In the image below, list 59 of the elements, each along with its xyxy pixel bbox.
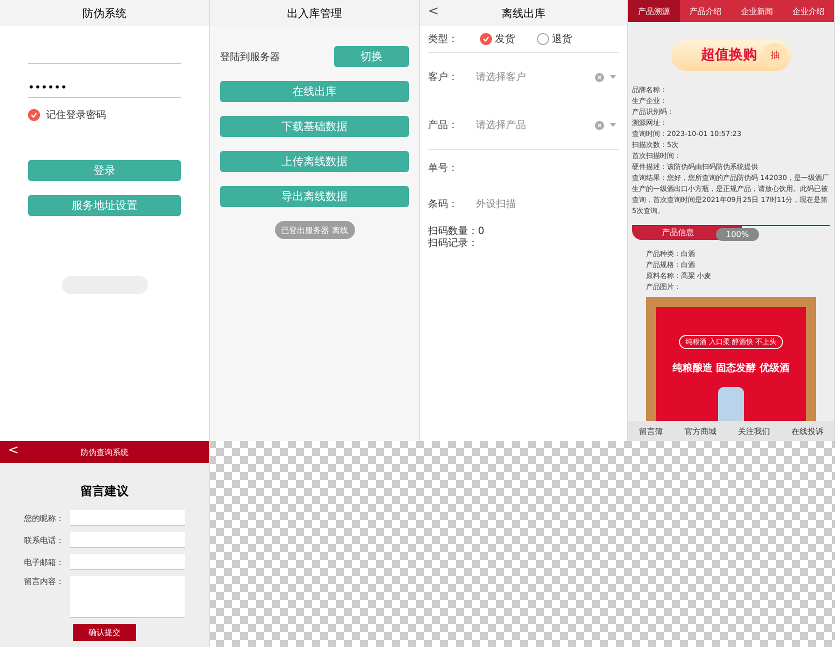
poster-slogan: 纯粮酿造 固态发酵 优级酒 bbox=[672, 362, 790, 375]
input-field[interactable] bbox=[70, 554, 185, 570]
caret-icon bbox=[610, 75, 616, 79]
remember-checkbox[interactable] bbox=[28, 109, 40, 121]
radio-button[interactable] bbox=[480, 33, 492, 45]
back-button[interactable]: < bbox=[8, 443, 19, 458]
check-icon bbox=[30, 111, 38, 119]
tab[interactable]: 企业新闻 bbox=[731, 0, 782, 22]
switch-button[interactable]: 切换 bbox=[334, 46, 409, 67]
menu-button[interactable]: 上传离线数据 bbox=[220, 151, 409, 172]
toast: 已登出服务器 离线 bbox=[274, 221, 354, 239]
menu-button[interactable]: 导出离线数据 bbox=[220, 186, 409, 207]
promo-banner[interactable]: 超值换购 抽 bbox=[671, 40, 791, 71]
percent-badge: 100% bbox=[716, 228, 759, 241]
nav-link[interactable]: 在线投诉 bbox=[791, 426, 824, 436]
clear-icon bbox=[595, 72, 604, 82]
field-label: 客户： bbox=[428, 70, 458, 84]
radio-label: 退货 bbox=[552, 32, 572, 46]
tab[interactable]: 企业介绍 bbox=[782, 0, 834, 22]
caret-icon bbox=[610, 123, 616, 127]
radio-label: 发货 bbox=[495, 33, 515, 46]
tab[interactable]: 产品介绍 bbox=[680, 0, 731, 22]
select-field[interactable]: 请选择客户 bbox=[476, 70, 616, 84]
back-button[interactable]: < bbox=[428, 4, 439, 19]
menu-button[interactable]: 在线出库 bbox=[220, 81, 409, 102]
server-settings-button[interactable]: 服务地址设置 bbox=[28, 195, 181, 216]
screen-title: 离线出库 bbox=[502, 6, 546, 20]
field-label: 留言内容： bbox=[23, 576, 64, 587]
nav-link[interactable]: 留言簿 bbox=[638, 426, 663, 436]
menu-button[interactable]: 下载基础数据 bbox=[220, 116, 409, 137]
select-field[interactable]: 请选择产品 bbox=[476, 118, 616, 132]
server-label: 登陆到服务器 bbox=[220, 50, 280, 64]
nav-link[interactable]: 关注我们 bbox=[738, 426, 770, 436]
login-button[interactable]: 登录 bbox=[28, 160, 181, 181]
password-field[interactable]: •••••• bbox=[28, 74, 181, 98]
checkbox-label: 记住登录密码 bbox=[46, 108, 106, 122]
field-label: 产品： bbox=[428, 118, 458, 132]
field-label: 您的昵称： bbox=[23, 512, 64, 524]
screen-title: 防伪系统 bbox=[0, 0, 209, 26]
tab[interactable]: 产品溯源 bbox=[628, 0, 680, 22]
screen-title: 防伪查询系统 bbox=[80, 446, 128, 458]
field-label: 类型： bbox=[428, 32, 458, 46]
field-label: 电子邮箱： bbox=[23, 556, 64, 568]
clear-icon bbox=[595, 120, 604, 130]
field-label: 联系电话： bbox=[23, 534, 64, 546]
field-label: 单号： bbox=[428, 162, 458, 175]
form-heading: 留言建议 bbox=[80, 483, 128, 500]
bottle-drawing bbox=[718, 387, 744, 421]
input-field[interactable]: 外设扫描 bbox=[476, 197, 516, 211]
input-field[interactable] bbox=[70, 532, 185, 548]
check-icon bbox=[482, 35, 490, 43]
message-field[interactable] bbox=[70, 576, 185, 618]
submit-button[interactable]: 确认提交 bbox=[73, 624, 136, 641]
nav-link[interactable]: 官方商城 bbox=[684, 426, 716, 436]
field-label: 条码： bbox=[428, 198, 458, 211]
input-field[interactable] bbox=[70, 510, 185, 526]
radio-button[interactable] bbox=[537, 33, 549, 45]
scan-record-label: 扫码记录： bbox=[428, 238, 479, 250]
scan-count: 扫码数量：0 bbox=[428, 226, 486, 238]
